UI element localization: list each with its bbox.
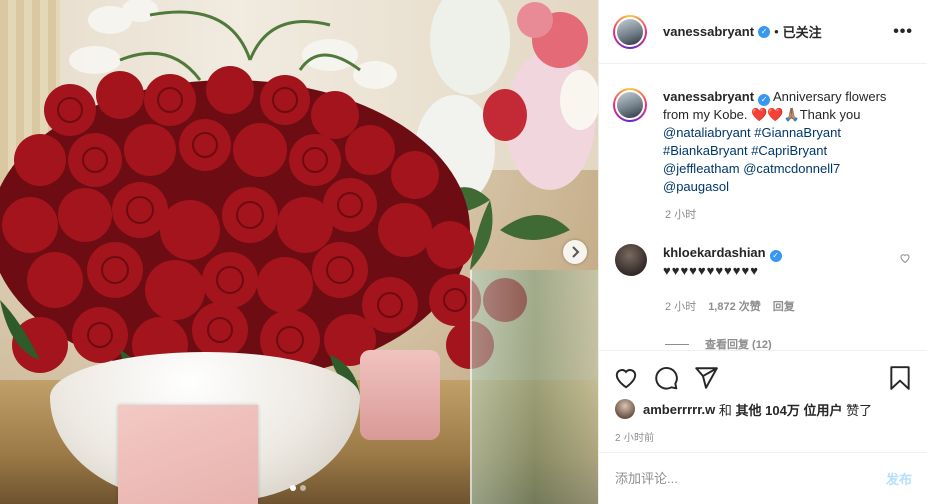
mention-link[interactable]: @catmcdonnell7 (743, 161, 840, 176)
verified-badge-icon: ✓ (758, 25, 771, 38)
chevron-right-icon (572, 246, 580, 258)
author-avatar[interactable] (613, 14, 647, 49)
comment-text: ♥♥♥♥♥♥♥♥♥♥♥ (663, 263, 759, 278)
like-heart-icon[interactable] (613, 365, 639, 391)
comment-body: khloekardashian ✓ ♥♥♥♥♥♥♥♥♥♥♥ (663, 244, 883, 280)
pink-card (118, 405, 258, 504)
comment-time: 2 小时 (665, 301, 697, 313)
liker-avatar[interactable] (615, 399, 635, 419)
post-side-panel: vanessabryant ✓ • 已关注 ••• vanessabryant ✓… (598, 0, 927, 504)
caption-emoji: ❤️❤️🙏🏽 (751, 107, 800, 122)
likes-and: 和 (718, 402, 732, 418)
carousel-next-button[interactable] (563, 240, 587, 264)
caption-text: vanessabryant ✓ Anniversary flowers from … (663, 88, 903, 196)
caption-author-avatar[interactable] (613, 88, 647, 122)
reply-button[interactable]: 回复 (773, 298, 795, 314)
hashtag-link[interactable]: #BiankaBryant (663, 143, 748, 158)
hashtag-link[interactable]: #GiannaBryant (754, 125, 841, 140)
caption-thanks: Thank you (799, 107, 861, 122)
mention-link[interactable]: @nataliabryant (663, 125, 751, 140)
carousel-dot-2 (300, 485, 306, 491)
comment-input[interactable] (615, 471, 886, 486)
mention-link[interactable]: @paugasol (663, 179, 729, 194)
comments-section[interactable]: vanessabryant ✓ Anniversary flowers from … (599, 64, 927, 351)
carousel-dots (290, 485, 306, 491)
post-comment-button[interactable]: 发布 (886, 469, 912, 488)
header-separator: • (774, 24, 779, 39)
post-timestamp[interactable]: 2 小时前 (599, 429, 927, 444)
action-bar (599, 351, 927, 395)
caption-time: 2 小时 (665, 209, 697, 221)
more-options-icon[interactable]: ••• (893, 23, 913, 41)
hashtag-link[interactable]: #CapriBryant (751, 143, 827, 158)
post-header: vanessabryant ✓ • 已关注 ••• (599, 0, 927, 64)
glass-vase (470, 270, 598, 504)
view-replies-button[interactable]: 查看回复 (12) (665, 336, 911, 351)
like-comment-heart-icon[interactable] (899, 252, 911, 264)
replies-divider (665, 343, 689, 345)
commenter-avatar[interactable] (615, 244, 647, 276)
comment-meta: 2 小时 1,872 次赞 回复 (665, 298, 911, 314)
pink-vase (360, 350, 440, 440)
caption-row: vanessabryant ✓ Anniversary flowers from … (613, 88, 911, 196)
commenter-verified-badge-icon: ✓ (769, 250, 782, 262)
comment-composer: 发布 (599, 452, 927, 504)
caption-verified-badge-icon: ✓ (758, 94, 771, 106)
likes-others-count[interactable]: 其他 104万 位用户 (736, 400, 843, 419)
carousel-dot-1 (290, 485, 296, 491)
likes-summary: amberrrrr.w 和 其他 104万 位用户 赞了 (599, 399, 927, 419)
author-username[interactable]: vanessabryant (663, 24, 754, 39)
follow-status-button[interactable]: 已关注 (783, 22, 822, 41)
mention-link[interactable]: @jeffleatham (663, 161, 740, 176)
commenter-username[interactable]: khloekardashian (663, 245, 766, 260)
likes-suffix: 赞了 (846, 402, 873, 418)
share-send-icon[interactable] (693, 365, 719, 391)
caption-username[interactable]: vanessabryant (663, 89, 754, 104)
post-photo[interactable] (0, 0, 598, 504)
comment-row: khloekardashian ✓ ♥♥♥♥♥♥♥♥♥♥♥ (613, 244, 911, 280)
comment-likes[interactable]: 1,872 次赞 (708, 298, 761, 314)
view-replies-label: 查看回复 (12) (705, 339, 772, 351)
liker-username[interactable]: amberrrrr.w (643, 402, 715, 417)
save-bookmark-icon[interactable] (887, 365, 913, 391)
comment-bubble-icon[interactable] (653, 365, 679, 391)
